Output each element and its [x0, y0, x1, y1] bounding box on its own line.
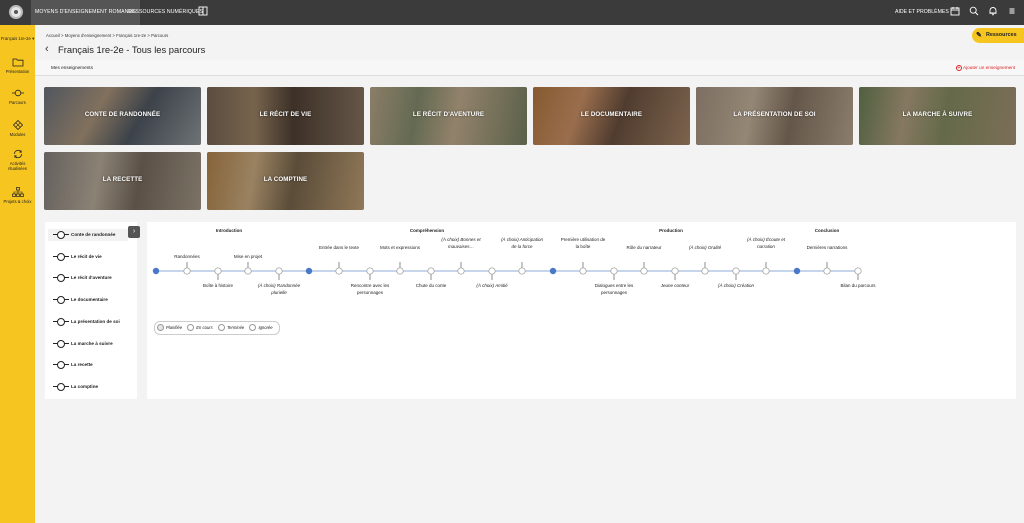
- step-label[interactable]: (À choix) Bonnes et mauvaises…: [438, 236, 484, 250]
- step-node[interactable]: [396, 267, 404, 275]
- step-label[interactable]: Randonnées: [164, 253, 210, 260]
- step-node[interactable]: [854, 267, 862, 275]
- ignored-status-icon: [249, 324, 257, 332]
- step-label[interactable]: (À choix) Amitié: [469, 282, 515, 289]
- legend-terminee: Terminée: [217, 322, 244, 334]
- step-label[interactable]: Mots et expressions: [377, 244, 423, 251]
- step-node[interactable]: [610, 267, 618, 275]
- step-node[interactable]: [488, 267, 496, 275]
- step-node[interactable]: [762, 267, 770, 275]
- step-label[interactable]: Première utilisation de la boîte: [560, 236, 606, 250]
- done-status-icon: [217, 324, 225, 332]
- step-label[interactable]: Chute du conte: [408, 282, 454, 289]
- step-node[interactable]: [671, 267, 679, 275]
- step-node[interactable]: [701, 267, 709, 275]
- section-production: Production: [659, 228, 683, 233]
- status-legend: Planifiée En cours Terminée Ignorée: [154, 321, 280, 335]
- section-introduction: Introduction: [215, 228, 243, 233]
- step-label[interactable]: Jeune conteur: [652, 282, 698, 289]
- step-label[interactable]: Rencontre avec les personnages: [347, 282, 393, 296]
- step-label[interactable]: (À choix) Randonnée plurielle: [256, 282, 302, 296]
- step-node[interactable]: [518, 267, 526, 275]
- step-node[interactable]: [579, 267, 587, 275]
- step-node[interactable]: [366, 267, 374, 275]
- step-label[interactable]: (À choix) Oralité: [682, 244, 728, 251]
- step-label[interactable]: Dernières narrations: [804, 244, 850, 251]
- step-node[interactable]: [427, 267, 435, 275]
- step-label[interactable]: Dialogues entre les personnages: [591, 282, 637, 296]
- step-label[interactable]: Entrée dans le texte: [316, 244, 362, 251]
- legend-ignoree: Ignorée: [249, 322, 273, 334]
- in-progress-status-icon: [187, 324, 195, 332]
- section-comprehension: Compréhension: [409, 228, 445, 233]
- step-label[interactable]: Rôle du narrateur: [621, 244, 667, 251]
- step-node[interactable]: [275, 267, 283, 275]
- step-label[interactable]: Mise en projet: [225, 253, 271, 260]
- step-node[interactable]: [183, 267, 191, 275]
- step-label[interactable]: (À choix) Écoute et narration: [743, 236, 789, 250]
- planned-status-icon: [157, 324, 164, 332]
- legend-en-cours: En cours: [187, 322, 213, 334]
- section-marker: [549, 267, 557, 275]
- timeline: [152, 262, 862, 280]
- section-marker: [152, 267, 160, 275]
- step-node[interactable]: [640, 267, 648, 275]
- step-label[interactable]: Boîte à histoire: [195, 282, 241, 289]
- step-label[interactable]: (À choix) Création: [713, 282, 759, 289]
- step-node[interactable]: [823, 267, 831, 275]
- section-marker: [305, 267, 313, 275]
- step-node[interactable]: [335, 267, 343, 275]
- section-conclusion: Conclusion: [814, 228, 840, 233]
- step-label[interactable]: (À choix) Anticipation de la force: [499, 236, 545, 250]
- legend-planifiee: Planifiée: [157, 322, 182, 334]
- section-marker: [793, 267, 801, 275]
- step-node[interactable]: [732, 267, 740, 275]
- step-node[interactable]: [244, 267, 252, 275]
- step-node[interactable]: [457, 267, 465, 275]
- step-label[interactable]: Bilan du parcours: [835, 282, 881, 289]
- step-node[interactable]: [214, 267, 222, 275]
